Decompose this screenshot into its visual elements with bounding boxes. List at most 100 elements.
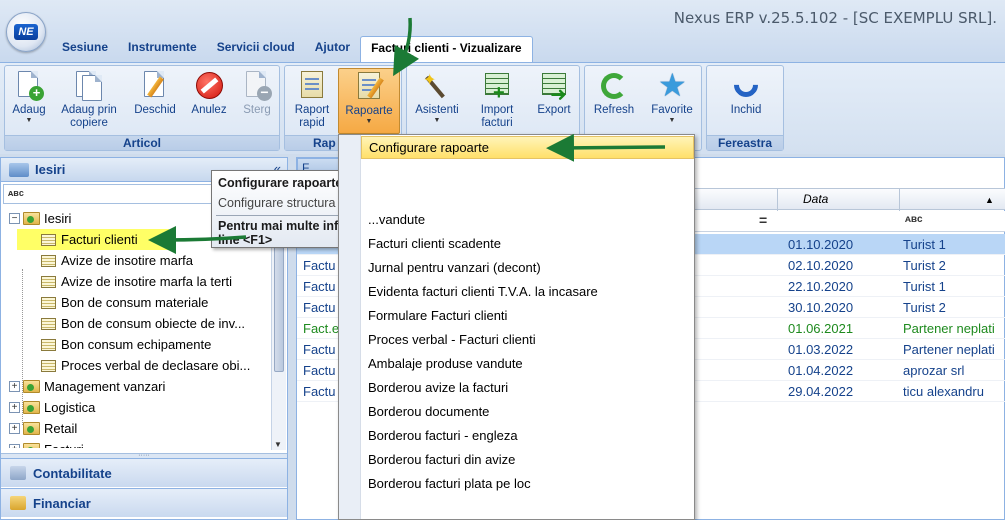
nav-title: Iesiri [35,162,66,177]
reports-icon [353,71,385,103]
tab-ajutor[interactable]: Ajutor [305,36,360,60]
raport-rapid-button[interactable]: Raport rapid [287,68,337,136]
cell-document: Factu [303,258,336,273]
cell-document: Factu [303,363,336,378]
money-icon [10,496,26,510]
app-logo[interactable]: NE [6,12,46,52]
document-list-icon [41,234,56,246]
nav-section-financiar[interactable]: Financiar [1,488,287,517]
folder-icon [23,443,40,448]
chevron-down-icon: ▼ [433,117,441,124]
import-icon: + [481,70,513,104]
cell-partner: Turist 2 [903,258,946,273]
document-list-icon [41,360,56,372]
menu-item[interactable]: Borderou avize la facturi [361,376,694,400]
menu-item-configurare-rapoarte[interactable]: Configurare rapoarte [361,136,694,159]
sort-ascending-icon[interactable]: ▲ [985,195,994,205]
export-icon: ➜ [538,70,570,106]
menu-item[interactable]: Jurnal pentru vanzari (decont) [361,256,694,280]
delete-document-icon: − [241,70,273,102]
menu-item[interactable]: Formulare Facturi clienti [361,304,694,328]
edit-document-icon [139,70,171,102]
menu-item[interactable]: Borderou documente [361,400,694,424]
document-list-icon [41,297,56,309]
tree-item[interactable]: Facturi clienti [17,229,169,250]
cell-date: 30.10.2020 [788,300,854,315]
tree-item-label: Bon de consum materiale [61,295,209,310]
menu-item[interactable]: Proces verbal - Facturi clienti [361,328,694,352]
tree-item-label: Avize de insotire marfa [61,253,193,268]
adaug-prin-copiere-button[interactable]: Adaug prin copiere [55,68,123,136]
expand-node-icon[interactable]: + [9,402,20,413]
favorite-button[interactable]: ★ Favorite ▼ [645,67,699,136]
folder-icon [23,212,40,225]
asistenti-button[interactable]: ✦ Asistenti ▼ [411,68,463,136]
group-articol: + Adaug ▼ Adaug prin copiere Deschid Anu… [4,65,280,151]
export-button[interactable]: ➜ Export [531,68,577,136]
cell-partner: Turist 1 [903,279,946,294]
nav-section-contabilitate[interactable]: Contabilitate [1,458,287,487]
group-label-articol: Articol [5,135,279,150]
anulez-button[interactable]: Anulez [187,68,231,136]
cell-date: 01.04.2022 [788,363,854,378]
document-list-icon [41,255,56,267]
cell-date: 01.10.2020 [788,237,854,252]
cell-date: 01.06.2021 [788,321,854,336]
magic-wand-icon: ✦ [421,70,453,102]
expand-node-icon[interactable]: + [9,423,20,434]
tree-item-label: Avize de insotire marfa la terti [61,274,232,289]
menu-item[interactable]: ...vandute [361,208,694,232]
inchid-button[interactable]: Inchid [721,68,771,136]
expand-node-icon[interactable]: + [9,381,20,392]
menu-item[interactable]: Facturi clienti scadente [361,232,694,256]
cell-document: Factu [303,279,336,294]
menu-item[interactable] [361,160,694,184]
collapse-node-icon[interactable]: − [9,213,20,224]
quick-report-icon [296,70,328,102]
rapoarte-button[interactable]: Rapoarte ▼ [338,68,400,134]
tab-facturi-clienti-vizualizare[interactable]: Facturi clienti - Vizualizare [360,36,533,62]
chevron-down-icon: ▼ [365,118,373,125]
cell-partner: ticu alexandru [903,384,984,399]
chevron-down-icon: ▼ [25,117,33,124]
adaug-button[interactable]: + Adaug ▼ [9,68,49,136]
cell-document: Factu [303,384,336,399]
menu-item[interactable]: Borderou facturi - engleza [361,424,694,448]
menu-item[interactable]: Ambalaje produse vandute [361,352,694,376]
copy-document-icon [73,70,105,102]
tab-servicii-cloud[interactable]: Servicii cloud [207,36,305,60]
menu-item[interactable]: Borderou facturi din avize [361,448,694,472]
menu-item[interactable]: Evidenta facturi clienti T.V.A. la incas… [361,280,694,304]
cell-date: 29.04.2022 [788,384,854,399]
text-filter-icon: ᴀʙc [8,188,24,198]
column-header-data[interactable]: Data [803,192,828,206]
module-icon [9,163,29,177]
text-filter-icon[interactable]: ᴀʙc [905,214,923,225]
folder-icon [23,401,40,414]
menu-item[interactable]: Borderou facturi plata pe loc [361,472,694,496]
star-icon: ★ [658,67,687,103]
expand-node-icon[interactable]: + [9,444,20,448]
import-facturi-button[interactable]: + Import facturi [471,68,523,136]
cell-partner: aprozar srl [903,363,965,378]
tree-item-label: Retail [44,421,78,436]
cell-partner: Partener neplati [903,321,995,336]
tree-item-label: Bon consum echipamente [61,337,212,352]
tree-item-label: Facturi clienti [61,232,138,247]
refresh-button[interactable]: Refresh [589,68,639,136]
filter-equals[interactable]: = [759,212,767,228]
cell-partner: Turist 1 [903,237,946,252]
tab-sesiune[interactable]: Sesiune [52,36,118,60]
sterg-button[interactable]: − Sterg [237,68,277,136]
deschid-button[interactable]: Deschid [131,68,179,136]
scroll-down-icon[interactable]: ▼ [274,440,282,449]
tab-instrumente[interactable]: Instrumente [118,36,207,60]
scale-icon [10,466,26,480]
add-document-icon: + [13,70,45,102]
tree-item-label: Proces verbal de declasare obi... [61,358,251,373]
app-logo-text: NE [14,24,38,40]
menu-item[interactable] [361,184,694,208]
document-list-icon [41,318,56,330]
cell-partner: Turist 2 [903,300,946,315]
tooltip-title: Configurare rapoarte [218,176,343,190]
